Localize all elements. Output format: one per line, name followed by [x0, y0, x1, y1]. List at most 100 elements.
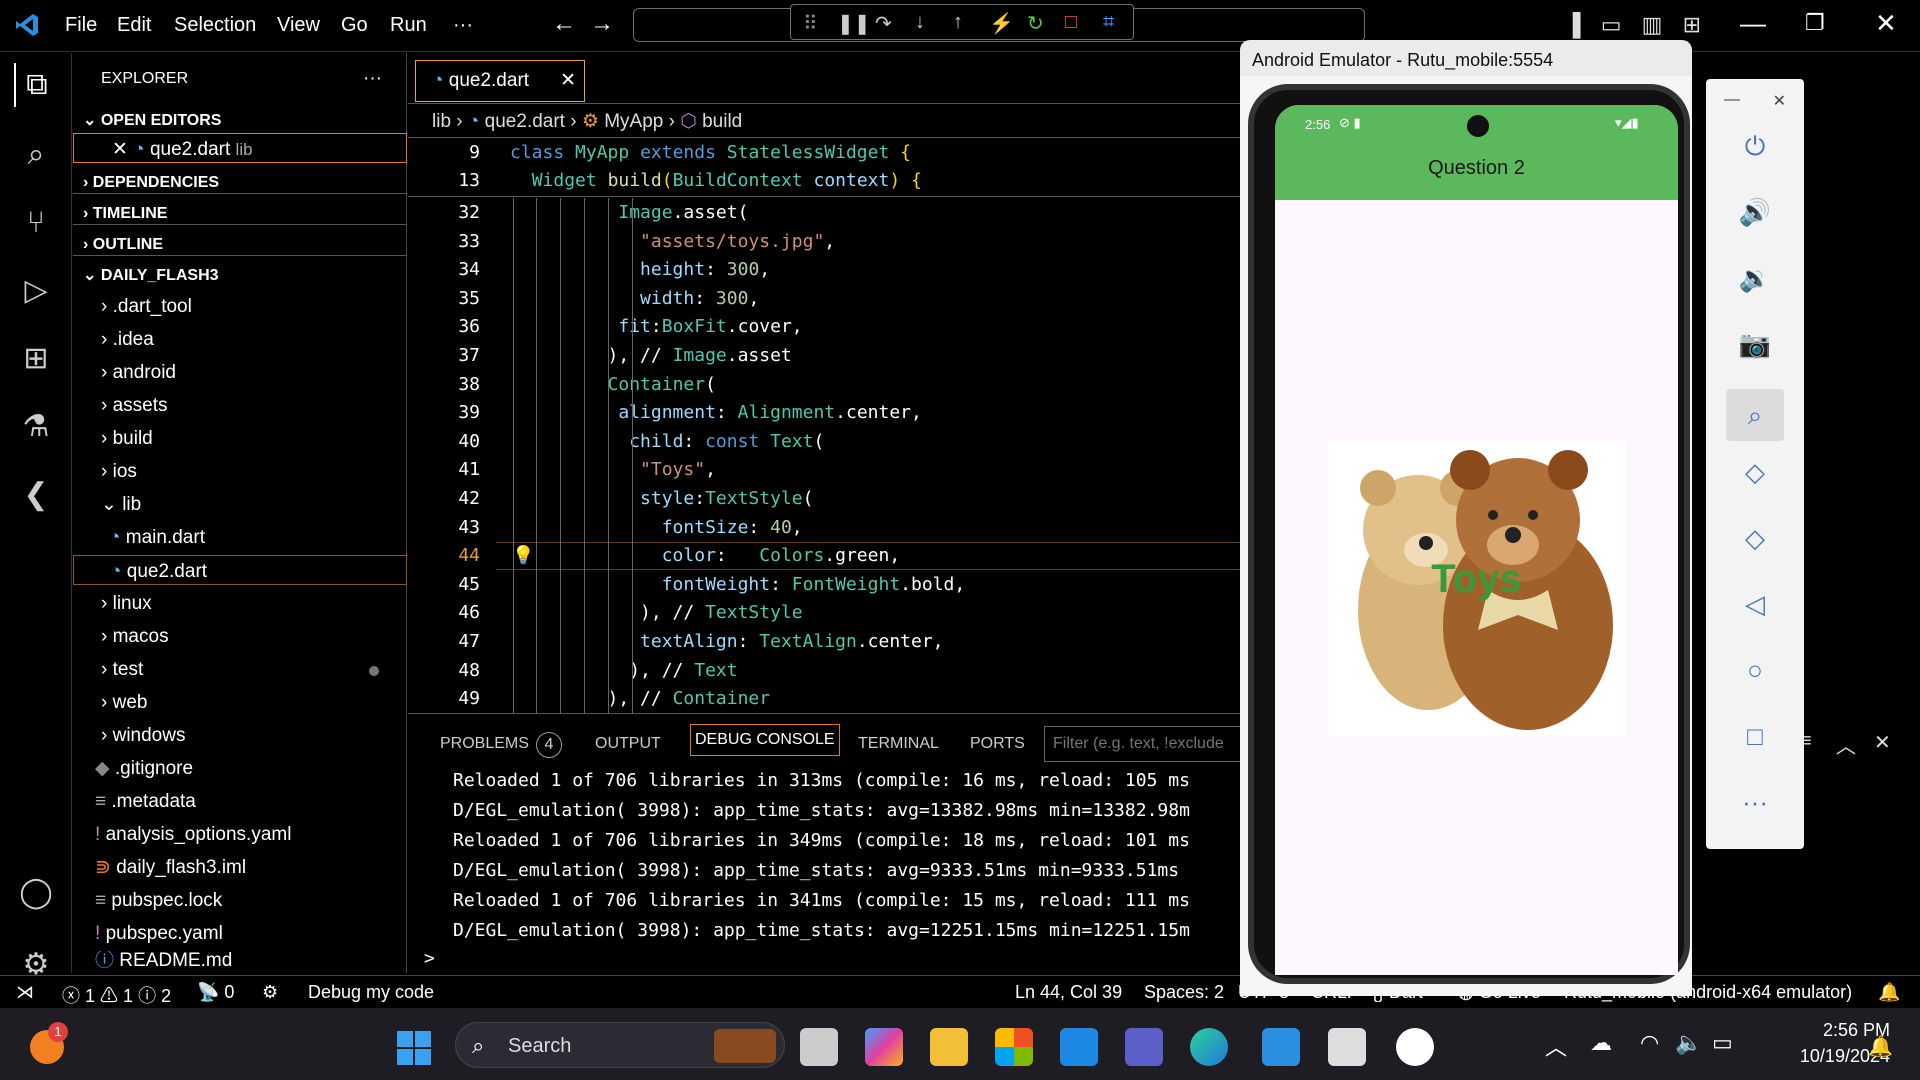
tree-item[interactable]: › test — [73, 654, 407, 686]
breadcrumb-lib[interactable]: lib — [432, 111, 451, 132]
customize-layout-icon[interactable]: ⊞ — [1683, 12, 1701, 37]
vscode-taskbar-icon[interactable] — [1262, 1028, 1300, 1066]
menu-run[interactable]: Run — [390, 14, 427, 37]
notification-bell-icon[interactable]: 🔔 — [1868, 1034, 1893, 1059]
tab-que2-dart[interactable]: ◔ que2.dart ✕ — [415, 60, 585, 102]
tree-item[interactable]: › ios — [73, 456, 407, 488]
code-line[interactable]: "assets/toys.jpg", — [510, 231, 835, 252]
volume-up-icon[interactable]: 🔊 — [1706, 197, 1804, 228]
debug-config[interactable]: Debug my code — [308, 982, 434, 1003]
edge-icon[interactable] — [1190, 1028, 1228, 1066]
ms-store-icon[interactable] — [995, 1028, 1033, 1066]
tree-item[interactable]: ⋑ daily_flash3.iml — [73, 852, 407, 884]
tree-item[interactable]: ! pubspec.yaml — [73, 918, 407, 950]
code-line[interactable]: textAlign: TextAlign.center, — [510, 631, 943, 652]
volume-down-icon[interactable]: 🔉 — [1706, 263, 1804, 294]
toggle-sidebar-icon[interactable]: ▐ — [1565, 12, 1581, 37]
rotate-left-icon[interactable]: ◇ — [1706, 457, 1804, 488]
tree-item[interactable]: › build — [73, 423, 407, 455]
tree-item[interactable]: ≡ .metadata — [73, 786, 407, 818]
code-line[interactable]: ), // Image.asset — [510, 345, 792, 366]
menu-selection[interactable]: Selection — [174, 14, 256, 37]
tree-item[interactable]: › .dart_tool — [73, 291, 407, 323]
taskbar-search[interactable]: ⌕ Search — [455, 1022, 785, 1068]
tree-item-selected[interactable]: ◔ que2.dart — [73, 555, 407, 585]
debug-icon[interactable]: ⚙ — [262, 982, 278, 1003]
code-lines[interactable]: 32 Image.asset(33 "assets/toys.jpg", 34 h… — [408, 198, 1240, 713]
stop-icon[interactable]: □ — [1065, 11, 1077, 34]
code-line[interactable]: alignment: Alignment.center, — [510, 402, 921, 423]
sticky-line[interactable]: Widget build(BuildContext context) { — [510, 170, 922, 191]
explorer-icon[interactable]: ⧉ — [14, 63, 58, 107]
testing-icon[interactable]: ⚗ — [14, 405, 58, 449]
back-arrow-icon[interactable]: ← — [552, 10, 576, 38]
tree-item[interactable]: › macos — [73, 621, 407, 653]
emulator-taskbar-icon[interactable] — [1396, 1028, 1434, 1066]
code-line[interactable]: style:TextStyle( — [510, 488, 813, 509]
explorer-more-icon[interactable]: ··· — [363, 63, 403, 95]
phone-screen[interactable]: 2:56 ⊘ ▮ ▾◢▮ Question 2 Toys — [1275, 105, 1678, 975]
source-control-icon[interactable]: ⑂ — [14, 201, 58, 245]
copilot-icon[interactable] — [865, 1028, 903, 1066]
tree-item[interactable]: ◆ .gitignore — [73, 753, 407, 785]
restore-button[interactable]: ❐ — [1805, 10, 1825, 36]
teams-icon[interactable] — [1125, 1028, 1163, 1066]
tree-item[interactable]: ◔ main.dart — [73, 522, 407, 554]
toggle-secondary-icon[interactable]: ▥ — [1642, 12, 1663, 37]
pause-icon[interactable]: ❚❚ — [837, 11, 871, 36]
menu-view[interactable]: View — [277, 14, 320, 37]
breadcrumb-file[interactable]: que2.dart — [485, 111, 565, 132]
open-editor-item[interactable]: ✕ ◔ que2.dart lib — [73, 133, 407, 163]
search-icon[interactable]: ⌕ — [14, 133, 58, 177]
timeline-section[interactable]: › TIMELINE — [73, 198, 407, 230]
emu-close-button[interactable]: ✕ — [1706, 91, 1804, 111]
task-view-icon[interactable] — [800, 1028, 838, 1066]
tab-ports[interactable]: PORTS — [970, 735, 1025, 753]
sticky-line[interactable]: class MyApp extends StatelessWidget { — [510, 142, 911, 163]
overview-nav-icon[interactable]: □ — [1706, 721, 1804, 752]
code-line[interactable]: "Toys", — [510, 459, 716, 480]
project-section[interactable]: ⌄ DAILY_FLASH3 — [73, 260, 407, 292]
step-over-icon[interactable]: ↷ — [875, 11, 892, 36]
breadcrumb-class[interactable]: MyApp — [604, 111, 663, 132]
maximize-panel-icon[interactable]: ︿ — [1836, 730, 1856, 759]
menu-go[interactable]: Go — [341, 14, 368, 37]
outline-section[interactable]: › OUTLINE — [73, 229, 407, 261]
console-prompt[interactable]: > — [424, 948, 435, 969]
tree-item[interactable]: › windows — [73, 720, 407, 752]
toggle-panel-icon[interactable]: ▭ — [1601, 12, 1622, 37]
tree-item[interactable]: ! analysis_options.yaml — [73, 819, 407, 851]
code-line[interactable]: width: 300, — [510, 288, 759, 309]
devtools-icon[interactable]: ⌗ — [1103, 11, 1114, 34]
remote-icon[interactable]: ⋊ — [16, 982, 34, 1003]
console-filter-input[interactable] — [1044, 726, 1244, 762]
more-options-icon[interactable]: ··· — [1706, 787, 1804, 818]
tree-item[interactable]: ⌄ lib — [73, 489, 407, 521]
code-line[interactable]: fit:BoxFit.cover, — [510, 316, 802, 337]
tree-item[interactable]: ⓘ README.md — [73, 951, 407, 971]
account-icon[interactable]: ◯ — [14, 871, 58, 915]
forward-arrow-icon[interactable]: → — [590, 10, 614, 38]
power-icon[interactable]: ⏻ — [1706, 131, 1804, 163]
dependencies-section[interactable]: › DEPENDENCIES — [73, 167, 407, 199]
extensions-icon[interactable]: ⊞ — [14, 337, 58, 381]
android-studio-icon[interactable] — [1328, 1028, 1366, 1066]
menu-file[interactable]: File — [65, 14, 97, 37]
screenshot-icon[interactable]: 📷 — [1706, 329, 1804, 360]
cursor-position[interactable]: Ln 44, Col 39 — [1015, 982, 1122, 1003]
problems-status[interactable]: ⓧ 1 ⚠ 1 ⓘ 2 — [62, 982, 171, 1008]
step-into-icon[interactable]: ↓ — [915, 11, 925, 34]
menu-more[interactable]: ··· — [453, 14, 473, 37]
back-nav-icon[interactable]: ◁ — [1706, 589, 1804, 620]
hot-reload-icon[interactable]: ⚡ — [989, 11, 1014, 36]
tree-item[interactable]: › web — [73, 687, 407, 719]
restart-icon[interactable]: ↻ — [1027, 11, 1044, 36]
tree-item[interactable]: › linux — [73, 588, 407, 620]
run-debug-icon[interactable]: ▷ — [14, 269, 58, 313]
code-line[interactable]: height: 300, — [510, 259, 770, 280]
zoom-icon[interactable]: ⌕ — [1726, 389, 1784, 441]
home-nav-icon[interactable]: ○ — [1706, 655, 1804, 686]
breadcrumb-method[interactable]: build — [702, 111, 742, 132]
tab-problems[interactable]: PROBLEMS — [440, 735, 529, 753]
rotate-right-icon[interactable]: ◇ — [1706, 523, 1804, 554]
